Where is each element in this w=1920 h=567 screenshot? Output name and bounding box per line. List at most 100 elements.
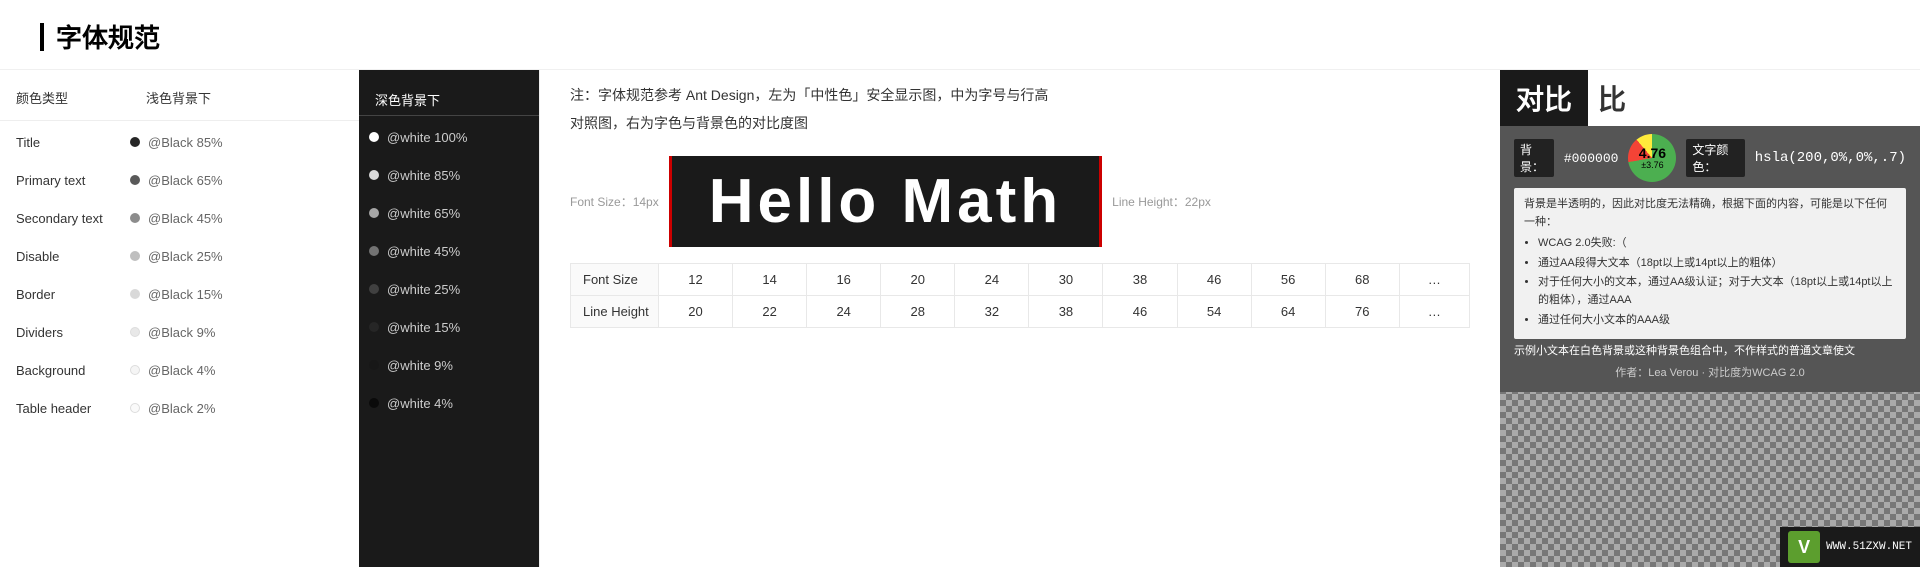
line-height-row: Line Height20222428323846546476… — [571, 295, 1470, 327]
row-label: Table header — [10, 401, 130, 416]
font-note-line1: 注：字体规范参考 Ant Design，左为「中性色」安全显示图，中为字号与行高 — [570, 84, 1470, 108]
line-height-cell: 28 — [881, 295, 955, 327]
row-label: Disable — [10, 249, 130, 264]
font-note-line2: 对照图，右为字色与背景色的对比度图 — [570, 112, 1470, 136]
contrast-bullet: 通过任何大小文本的AAA级 — [1538, 312, 1896, 330]
page-title: 字体规范 — [56, 18, 160, 55]
color-value-dark: @white 85% — [387, 168, 460, 183]
color-text-label: 文字颜色： — [1686, 139, 1744, 177]
line-height-label-cell: Line Height — [571, 295, 659, 327]
line-height-cell: … — [1399, 295, 1469, 327]
font-size-cell: 16 — [807, 263, 881, 295]
font-note: 注：字体规范参考 Ant Design，左为「中性色」安全显示图，中为字号与行高… — [570, 84, 1470, 140]
color-dot-light — [130, 251, 140, 261]
color-value-light: @Black 45% — [148, 211, 223, 226]
color-dot-light — [130, 403, 140, 413]
color-value-light: @Black 2% — [148, 401, 215, 416]
color-dot-dark — [369, 284, 379, 294]
line-height-cell: 76 — [1325, 295, 1399, 327]
table-row: Border @Black 15% — [0, 275, 359, 313]
watermark-logo: V — [1788, 531, 1820, 563]
line-height-cell: 64 — [1251, 295, 1325, 327]
table-row: Disable @Black 25% — [0, 237, 359, 275]
color-dot-dark — [369, 170, 379, 180]
color-value-dark: @white 4% — [387, 396, 453, 411]
table-row: Table header @Black 2% — [0, 389, 359, 427]
color-value-light: @Black 65% — [148, 173, 223, 188]
font-demo-section: 注：字体规范参考 Ant Design，左为「中性色」安全显示图，中为字号与行高… — [540, 70, 1500, 567]
color-value-light: @Black 4% — [148, 363, 215, 378]
watermark-site: WWW.51ZXW.NET — [1826, 541, 1912, 553]
color-table-light: 颜色类型 浅色背景下 Title @Black 85% Primary text… — [0, 70, 359, 567]
row-label: Secondary text — [10, 211, 130, 226]
line-height-cell: 20 — [659, 295, 733, 327]
contrast-label-bi: 比 — [1588, 70, 1636, 126]
table-row-dark: @white 45% — [359, 232, 539, 270]
row-label: Border — [10, 287, 130, 302]
color-table: 颜色类型 浅色背景下 Title @Black 85% Primary text… — [0, 70, 540, 567]
contrast-bullet: 对于任何大小的文本，通过AA级认证；对于大文本（18pt以上或14pt以上的粗体… — [1538, 274, 1896, 309]
color-dot-light — [130, 327, 140, 337]
font-size-cell: 12 — [659, 263, 733, 295]
line-height-cell: 22 — [733, 295, 807, 327]
color-dot-light — [130, 137, 140, 147]
bg-label: 背景： — [1514, 139, 1554, 177]
row-label: Title — [10, 135, 130, 150]
table-row-dark: @white 4% — [359, 384, 539, 422]
line-height-cell: 24 — [807, 295, 881, 327]
line-height-cell: 54 — [1177, 295, 1251, 327]
font-size-label: Font Size：14px — [570, 193, 669, 210]
watermark-area: V WWW.51ZXW.NET — [1780, 527, 1920, 567]
contrast-score-number: 4.76 — [1639, 146, 1666, 160]
contrast-label-duibi: 对比 — [1500, 70, 1588, 126]
font-size-label-cell: Font Size — [571, 263, 659, 295]
contrast-inner: 背景： #000000 4.76 ±3.76 文字颜色： hsla(200,0%… — [1500, 126, 1920, 392]
color-dot-dark — [369, 208, 379, 218]
color-value-dark: @white 100% — [387, 130, 467, 145]
color-dot-light — [130, 365, 140, 375]
contrast-info-title: 背景是半透明的，因此对比度无法精确，根据下面的内容，可能是以下任何一种： — [1524, 196, 1896, 231]
font-preview-area: Font Size：14px Hello Math Line Height：22… — [570, 156, 1470, 247]
color-value-dark: @white 45% — [387, 244, 460, 259]
bg-hex: #000000 — [1564, 151, 1619, 166]
author-line: 作者：Lea Verou · 对比度为WCAG 2.0 — [1514, 360, 1906, 384]
color-dot-dark — [369, 398, 379, 408]
contrast-bullets: WCAG 2.0失败:（ 通过AA段得大文本（18pt以上或14pt以上的粗体）对… — [1524, 235, 1896, 329]
col-header-dark: 深色背景下 — [359, 80, 539, 116]
line-height-label: Line Height：22px — [1102, 193, 1211, 210]
light-color-rows: Title @Black 85% Primary text @Black 65%… — [0, 123, 359, 427]
color-value-light: @Black 85% — [148, 135, 223, 150]
table-row: Title @Black 85% — [0, 123, 359, 161]
font-preview-box: Hello Math — [669, 156, 1102, 247]
table-row: Secondary text @Black 45% — [0, 199, 359, 237]
line-height-cell: 32 — [955, 295, 1029, 327]
color-dot-light — [130, 175, 140, 185]
contrast-bullet: 通过AA段得大文本（18pt以上或14pt以上的粗体） — [1538, 255, 1896, 273]
table-row: Dividers @Black 9% — [0, 313, 359, 351]
contrast-score-badge: 4.76 ±3.76 — [1628, 134, 1676, 182]
header-bar-decoration — [40, 23, 44, 51]
col-header-type: 颜色类型 — [0, 80, 130, 116]
table-row-dark: @white 100% — [359, 118, 539, 156]
table-row-dark: @white 65% — [359, 194, 539, 232]
table-row-dark: @white 9% — [359, 346, 539, 384]
row-label: Background — [10, 363, 130, 378]
line-height-cell: 38 — [1029, 295, 1103, 327]
row-label: Primary text — [10, 173, 130, 188]
page-header: 字体规范 — [0, 0, 1920, 70]
table-row-dark: @white 85% — [359, 156, 539, 194]
font-size-cell: 30 — [1029, 263, 1103, 295]
dark-color-rows: @white 100% @white 85% @white 65% @white… — [359, 118, 539, 422]
color-value-light: @Black 15% — [148, 287, 223, 302]
font-size-cell: 46 — [1177, 263, 1251, 295]
color-dot-light — [130, 213, 140, 223]
color-dot-dark — [369, 246, 379, 256]
color-value-light: @Black 25% — [148, 249, 223, 264]
contrast-bullet: WCAG 2.0失败:（ — [1538, 235, 1896, 253]
contrast-info-box: 背景是半透明的，因此对比度无法精确，根据下面的内容，可能是以下任何一种： WCA… — [1514, 188, 1906, 339]
color-dot-light — [130, 289, 140, 299]
color-value-light: @Black 9% — [148, 325, 215, 340]
color-hsla: hsla(200,0%,0%,.7) — [1755, 150, 1906, 166]
table-row-dark: @white 15% — [359, 308, 539, 346]
contrast-hint: 示例小文本在白色背景或这种背景色组合中，不作样式的普通文章使文 — [1514, 343, 1906, 360]
